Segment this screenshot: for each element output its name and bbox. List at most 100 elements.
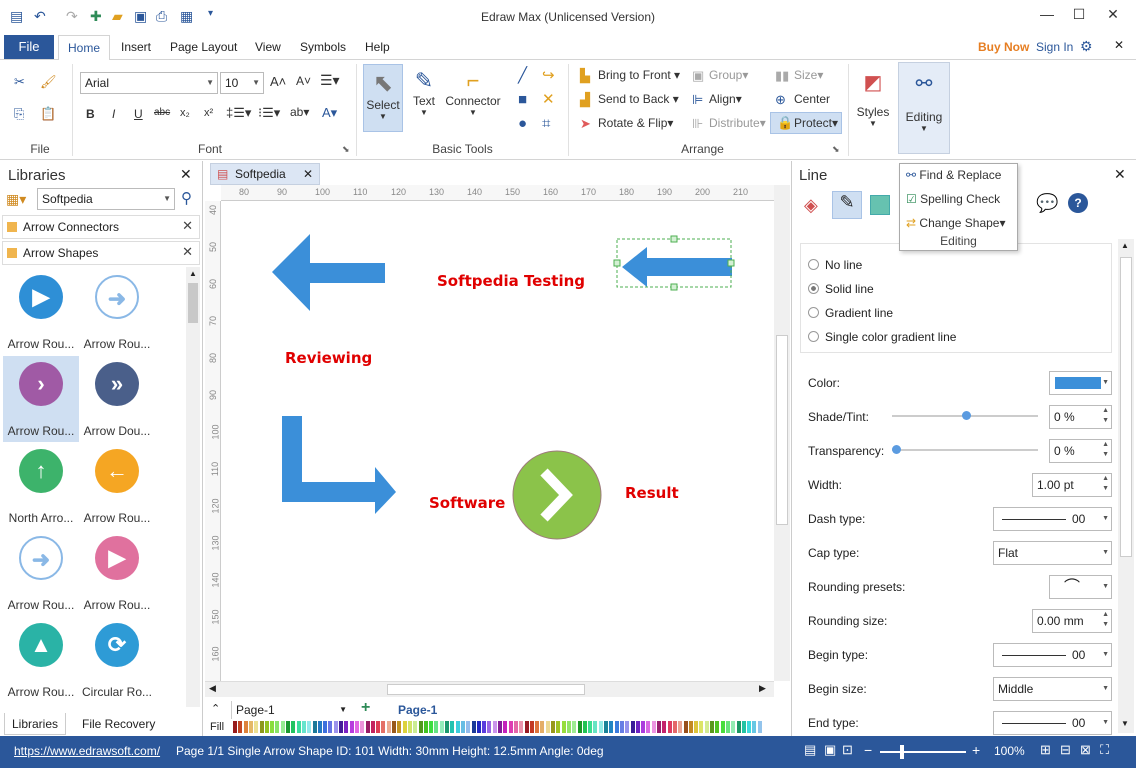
- library-section-arrow-shapes[interactable]: Arrow Shapes ✕: [2, 241, 200, 265]
- tab-libraries[interactable]: Libraries: [4, 713, 66, 735]
- curve-tool-icon[interactable]: ↪: [542, 68, 555, 84]
- arrange-dialog-launcher-icon[interactable]: ⬊: [832, 144, 840, 155]
- end-type-select[interactable]: 00 ▼: [993, 711, 1112, 735]
- spelling-check-item[interactable]: ☑ Spelling Check: [906, 192, 1000, 206]
- styles-button[interactable]: ◩ Styles ▼: [852, 64, 894, 136]
- color-swatch[interactable]: [286, 721, 290, 733]
- color-swatch[interactable]: [651, 721, 656, 733]
- sign-in-link[interactable]: Sign In: [1036, 40, 1073, 54]
- text-result[interactable]: Result: [625, 484, 679, 502]
- color-swatch[interactable]: [566, 721, 571, 733]
- scrollbar-thumb[interactable]: [188, 283, 198, 323]
- color-swatch[interactable]: [572, 721, 577, 733]
- document-tab[interactable]: ▤ Softpedia ✕: [210, 163, 320, 185]
- color-swatch[interactable]: [588, 721, 593, 733]
- zoom-slider[interactable]: [880, 745, 966, 759]
- underline-icon[interactable]: U: [134, 107, 143, 121]
- color-swatch[interactable]: [407, 721, 412, 733]
- close-icon[interactable]: ✕: [1114, 166, 1126, 183]
- slider-thumb[interactable]: [962, 411, 971, 420]
- font-name-select[interactable]: Arial ▼: [80, 72, 218, 94]
- search-icon[interactable]: ⚲: [181, 189, 192, 207]
- highlight-icon[interactable]: ab▾: [290, 105, 309, 119]
- fit-page-icon[interactable]: ⊞: [1040, 742, 1051, 758]
- color-swatch[interactable]: [312, 721, 317, 733]
- rounding-presets-select[interactable]: ⌒ ▼: [1049, 575, 1112, 599]
- color-swatch[interactable]: [280, 721, 285, 733]
- color-swatch[interactable]: [720, 721, 725, 733]
- color-swatch[interactable]: [397, 721, 402, 733]
- color-swatch[interactable]: [524, 721, 529, 733]
- begin-type-select[interactable]: 00 ▼: [993, 643, 1112, 667]
- website-link[interactable]: https://www.edrawsoft.com/: [14, 744, 160, 758]
- cap-type-select[interactable]: Flat ▼: [993, 541, 1112, 565]
- send-to-back-button[interactable]: Send to Back ▾: [598, 92, 679, 106]
- color-swatch[interactable]: [381, 721, 386, 733]
- color-swatch[interactable]: [402, 721, 407, 733]
- color-swatch[interactable]: [450, 721, 455, 733]
- tab-help[interactable]: Help: [365, 40, 390, 54]
- color-swatch[interactable]: [513, 721, 518, 733]
- color-swatch[interactable]: [333, 721, 338, 733]
- close-icon[interactable]: ✕: [182, 218, 193, 234]
- color-swatch[interactable]: [349, 721, 354, 733]
- color-swatch[interactable]: [445, 721, 449, 733]
- text-software[interactable]: Software: [429, 494, 505, 512]
- center-button[interactable]: Center: [794, 92, 830, 106]
- color-swatch[interactable]: [535, 721, 540, 733]
- rotate-flip-button[interactable]: Rotate & Flip▾: [598, 116, 673, 130]
- library-scrollbar[interactable]: ▲: [186, 267, 200, 707]
- editing-button[interactable]: ⚯ Editing ▼: [898, 62, 950, 154]
- zoom-out-icon[interactable]: −: [864, 742, 872, 758]
- shrink-font-icon[interactable]: A˅: [296, 74, 311, 88]
- distribute-button[interactable]: Distribute▾: [709, 116, 766, 130]
- align-button[interactable]: Align▾: [709, 92, 742, 106]
- fill-tab-icon[interactable]: ◈: [804, 195, 818, 216]
- fit-width-icon[interactable]: ⊟: [1060, 742, 1071, 758]
- text-tool-button[interactable]: ✎ Text ▼: [405, 64, 443, 132]
- close-icon[interactable]: ✕: [182, 244, 193, 260]
- paste-icon[interactable]: 📋: [40, 106, 56, 122]
- color-swatch[interactable]: [264, 721, 269, 733]
- presentation-icon[interactable]: ⊡: [842, 742, 853, 758]
- rounding-size-input[interactable]: 0.00 mm ▲ ▼: [1032, 609, 1112, 633]
- color-swatch[interactable]: [540, 721, 545, 733]
- color-swatch[interactable]: [418, 721, 423, 733]
- color-swatch[interactable]: [529, 721, 534, 733]
- color-swatch[interactable]: [731, 721, 736, 733]
- color-swatch[interactable]: [365, 721, 370, 733]
- scroll-down-icon[interactable]: ▼: [1121, 719, 1129, 728]
- color-swatch[interactable]: [657, 721, 661, 733]
- color-swatch[interactable]: [307, 721, 312, 733]
- color-swatch[interactable]: [233, 721, 237, 733]
- close-icon[interactable]: ✕: [303, 164, 313, 184]
- color-swatch[interactable]: [741, 721, 746, 733]
- scrollbar-thumb[interactable]: [776, 335, 788, 525]
- cut-icon[interactable]: ✂: [14, 74, 25, 90]
- settings-icon[interactable]: ⚙: [1080, 38, 1093, 55]
- color-swatch[interactable]: [360, 721, 365, 733]
- color-swatch[interactable]: [725, 721, 730, 733]
- color-swatch[interactable]: [614, 721, 619, 733]
- color-swatch[interactable]: [619, 721, 624, 733]
- close-icon[interactable]: ✕: [180, 166, 192, 183]
- italic-icon[interactable]: I: [112, 107, 115, 121]
- line-tab-icon[interactable]: ✎: [832, 191, 862, 219]
- color-swatch[interactable]: [317, 721, 322, 733]
- radio-single-color-gradient[interactable]: Single color gradient line: [808, 330, 956, 344]
- font-dialog-launcher-icon[interactable]: ⬊: [342, 144, 350, 155]
- color-swatch[interactable]: [582, 721, 587, 733]
- color-swatch[interactable]: [577, 721, 582, 733]
- color-swatch[interactable]: [471, 721, 476, 733]
- properties-scrollbar[interactable]: ▲ ▼: [1118, 239, 1134, 733]
- color-swatch[interactable]: [392, 721, 396, 733]
- text-softpedia-testing[interactable]: Softpedia Testing: [437, 272, 585, 290]
- tab-page-layout[interactable]: Page Layout: [170, 40, 237, 54]
- color-swatch[interactable]: [545, 721, 550, 733]
- transparency-input[interactable]: 0 % ▲ ▼: [1049, 439, 1112, 463]
- library-shape[interactable]: ⟳ Circular Ro...: [79, 617, 155, 703]
- scroll-up-icon[interactable]: ▲: [187, 269, 199, 278]
- drawing-page[interactable]: Softpedia Testing Reviewing Software Res…: [222, 202, 772, 680]
- library-icon[interactable]: ▦▾: [6, 191, 26, 208]
- color-swatch[interactable]: [641, 721, 646, 733]
